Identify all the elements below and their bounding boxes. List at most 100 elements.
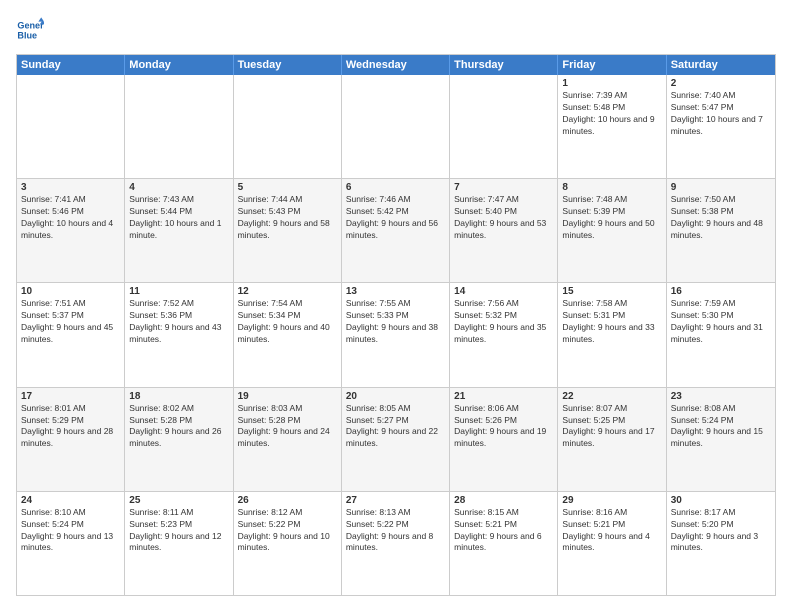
day-cell-24: 24Sunrise: 8:10 AM Sunset: 5:24 PM Dayli… <box>17 492 125 595</box>
svg-text:General: General <box>17 21 44 31</box>
day-number: 26 <box>238 495 337 506</box>
day-cell-25: 25Sunrise: 8:11 AM Sunset: 5:23 PM Dayli… <box>125 492 233 595</box>
day-info: Sunrise: 8:07 AM Sunset: 5:25 PM Dayligh… <box>562 403 661 451</box>
day-cell-15: 15Sunrise: 7:58 AM Sunset: 5:31 PM Dayli… <box>558 283 666 386</box>
day-number: 12 <box>238 286 337 297</box>
day-info: Sunrise: 8:16 AM Sunset: 5:21 PM Dayligh… <box>562 507 661 555</box>
calendar-row-4: 24Sunrise: 8:10 AM Sunset: 5:24 PM Dayli… <box>17 491 775 595</box>
day-number: 27 <box>346 495 445 506</box>
weekday-header-wednesday: Wednesday <box>342 55 450 75</box>
day-number: 10 <box>21 286 120 297</box>
day-info: Sunrise: 7:54 AM Sunset: 5:34 PM Dayligh… <box>238 298 337 346</box>
day-info: Sunrise: 7:51 AM Sunset: 5:37 PM Dayligh… <box>21 298 120 346</box>
day-info: Sunrise: 7:50 AM Sunset: 5:38 PM Dayligh… <box>671 194 771 242</box>
day-info: Sunrise: 7:55 AM Sunset: 5:33 PM Dayligh… <box>346 298 445 346</box>
day-cell-12: 12Sunrise: 7:54 AM Sunset: 5:34 PM Dayli… <box>234 283 342 386</box>
day-info: Sunrise: 8:15 AM Sunset: 5:21 PM Dayligh… <box>454 507 553 555</box>
calendar-row-1: 3Sunrise: 7:41 AM Sunset: 5:46 PM Daylig… <box>17 178 775 282</box>
day-info: Sunrise: 8:12 AM Sunset: 5:22 PM Dayligh… <box>238 507 337 555</box>
day-info: Sunrise: 8:10 AM Sunset: 5:24 PM Dayligh… <box>21 507 120 555</box>
calendar-header: SundayMondayTuesdayWednesdayThursdayFrid… <box>17 55 775 75</box>
day-info: Sunrise: 7:41 AM Sunset: 5:46 PM Dayligh… <box>21 194 120 242</box>
day-info: Sunrise: 8:03 AM Sunset: 5:28 PM Dayligh… <box>238 403 337 451</box>
day-cell-27: 27Sunrise: 8:13 AM Sunset: 5:22 PM Dayli… <box>342 492 450 595</box>
day-number: 15 <box>562 286 661 297</box>
day-info: Sunrise: 7:39 AM Sunset: 5:48 PM Dayligh… <box>562 90 661 138</box>
day-number: 25 <box>129 495 228 506</box>
calendar-body: 1Sunrise: 7:39 AM Sunset: 5:48 PM Daylig… <box>17 75 775 595</box>
weekday-header-sunday: Sunday <box>17 55 125 75</box>
day-number: 8 <box>562 182 661 193</box>
logo: General Blue <box>16 16 44 44</box>
day-info: Sunrise: 7:59 AM Sunset: 5:30 PM Dayligh… <box>671 298 771 346</box>
weekday-header-friday: Friday <box>558 55 666 75</box>
day-number: 11 <box>129 286 228 297</box>
day-number: 21 <box>454 391 553 402</box>
day-cell-1: 1Sunrise: 7:39 AM Sunset: 5:48 PM Daylig… <box>558 75 666 178</box>
day-number: 6 <box>346 182 445 193</box>
day-cell-5: 5Sunrise: 7:44 AM Sunset: 5:43 PM Daylig… <box>234 179 342 282</box>
day-cell-2: 2Sunrise: 7:40 AM Sunset: 5:47 PM Daylig… <box>667 75 775 178</box>
empty-cell <box>342 75 450 178</box>
day-info: Sunrise: 7:58 AM Sunset: 5:31 PM Dayligh… <box>562 298 661 346</box>
day-cell-30: 30Sunrise: 8:17 AM Sunset: 5:20 PM Dayli… <box>667 492 775 595</box>
day-info: Sunrise: 8:05 AM Sunset: 5:27 PM Dayligh… <box>346 403 445 451</box>
day-number: 3 <box>21 182 120 193</box>
day-number: 28 <box>454 495 553 506</box>
day-cell-23: 23Sunrise: 8:08 AM Sunset: 5:24 PM Dayli… <box>667 388 775 491</box>
day-info: Sunrise: 7:47 AM Sunset: 5:40 PM Dayligh… <box>454 194 553 242</box>
day-info: Sunrise: 7:48 AM Sunset: 5:39 PM Dayligh… <box>562 194 661 242</box>
day-cell-20: 20Sunrise: 8:05 AM Sunset: 5:27 PM Dayli… <box>342 388 450 491</box>
day-info: Sunrise: 8:01 AM Sunset: 5:29 PM Dayligh… <box>21 403 120 451</box>
day-number: 2 <box>671 78 771 89</box>
empty-cell <box>17 75 125 178</box>
header: General Blue <box>16 16 776 44</box>
day-info: Sunrise: 8:13 AM Sunset: 5:22 PM Dayligh… <box>346 507 445 555</box>
calendar-row-3: 17Sunrise: 8:01 AM Sunset: 5:29 PM Dayli… <box>17 387 775 491</box>
day-info: Sunrise: 8:06 AM Sunset: 5:26 PM Dayligh… <box>454 403 553 451</box>
day-cell-4: 4Sunrise: 7:43 AM Sunset: 5:44 PM Daylig… <box>125 179 233 282</box>
day-cell-13: 13Sunrise: 7:55 AM Sunset: 5:33 PM Dayli… <box>342 283 450 386</box>
day-cell-19: 19Sunrise: 8:03 AM Sunset: 5:28 PM Dayli… <box>234 388 342 491</box>
day-info: Sunrise: 8:17 AM Sunset: 5:20 PM Dayligh… <box>671 507 771 555</box>
day-cell-21: 21Sunrise: 8:06 AM Sunset: 5:26 PM Dayli… <box>450 388 558 491</box>
weekday-header-thursday: Thursday <box>450 55 558 75</box>
day-number: 16 <box>671 286 771 297</box>
day-cell-7: 7Sunrise: 7:47 AM Sunset: 5:40 PM Daylig… <box>450 179 558 282</box>
day-number: 7 <box>454 182 553 193</box>
day-number: 30 <box>671 495 771 506</box>
weekday-header-tuesday: Tuesday <box>234 55 342 75</box>
weekday-header-saturday: Saturday <box>667 55 775 75</box>
day-info: Sunrise: 8:02 AM Sunset: 5:28 PM Dayligh… <box>129 403 228 451</box>
day-cell-26: 26Sunrise: 8:12 AM Sunset: 5:22 PM Dayli… <box>234 492 342 595</box>
day-number: 13 <box>346 286 445 297</box>
day-number: 20 <box>346 391 445 402</box>
day-info: Sunrise: 7:52 AM Sunset: 5:36 PM Dayligh… <box>129 298 228 346</box>
day-cell-28: 28Sunrise: 8:15 AM Sunset: 5:21 PM Dayli… <box>450 492 558 595</box>
day-cell-16: 16Sunrise: 7:59 AM Sunset: 5:30 PM Dayli… <box>667 283 775 386</box>
day-info: Sunrise: 7:43 AM Sunset: 5:44 PM Dayligh… <box>129 194 228 242</box>
day-cell-10: 10Sunrise: 7:51 AM Sunset: 5:37 PM Dayli… <box>17 283 125 386</box>
calendar-row-0: 1Sunrise: 7:39 AM Sunset: 5:48 PM Daylig… <box>17 75 775 178</box>
empty-cell <box>125 75 233 178</box>
day-number: 19 <box>238 391 337 402</box>
day-info: Sunrise: 7:46 AM Sunset: 5:42 PM Dayligh… <box>346 194 445 242</box>
day-info: Sunrise: 8:11 AM Sunset: 5:23 PM Dayligh… <box>129 507 228 555</box>
day-cell-17: 17Sunrise: 8:01 AM Sunset: 5:29 PM Dayli… <box>17 388 125 491</box>
day-cell-6: 6Sunrise: 7:46 AM Sunset: 5:42 PM Daylig… <box>342 179 450 282</box>
day-cell-14: 14Sunrise: 7:56 AM Sunset: 5:32 PM Dayli… <box>450 283 558 386</box>
day-cell-29: 29Sunrise: 8:16 AM Sunset: 5:21 PM Dayli… <box>558 492 666 595</box>
day-cell-9: 9Sunrise: 7:50 AM Sunset: 5:38 PM Daylig… <box>667 179 775 282</box>
logo-icon: General Blue <box>16 16 44 44</box>
day-number: 5 <box>238 182 337 193</box>
day-number: 18 <box>129 391 228 402</box>
day-info: Sunrise: 7:56 AM Sunset: 5:32 PM Dayligh… <box>454 298 553 346</box>
day-cell-22: 22Sunrise: 8:07 AM Sunset: 5:25 PM Dayli… <box>558 388 666 491</box>
day-cell-18: 18Sunrise: 8:02 AM Sunset: 5:28 PM Dayli… <box>125 388 233 491</box>
day-cell-11: 11Sunrise: 7:52 AM Sunset: 5:36 PM Dayli… <box>125 283 233 386</box>
day-info: Sunrise: 8:08 AM Sunset: 5:24 PM Dayligh… <box>671 403 771 451</box>
day-number: 9 <box>671 182 771 193</box>
day-number: 29 <box>562 495 661 506</box>
page: General Blue SundayMondayTuesdayWednesda… <box>0 0 792 612</box>
day-number: 17 <box>21 391 120 402</box>
